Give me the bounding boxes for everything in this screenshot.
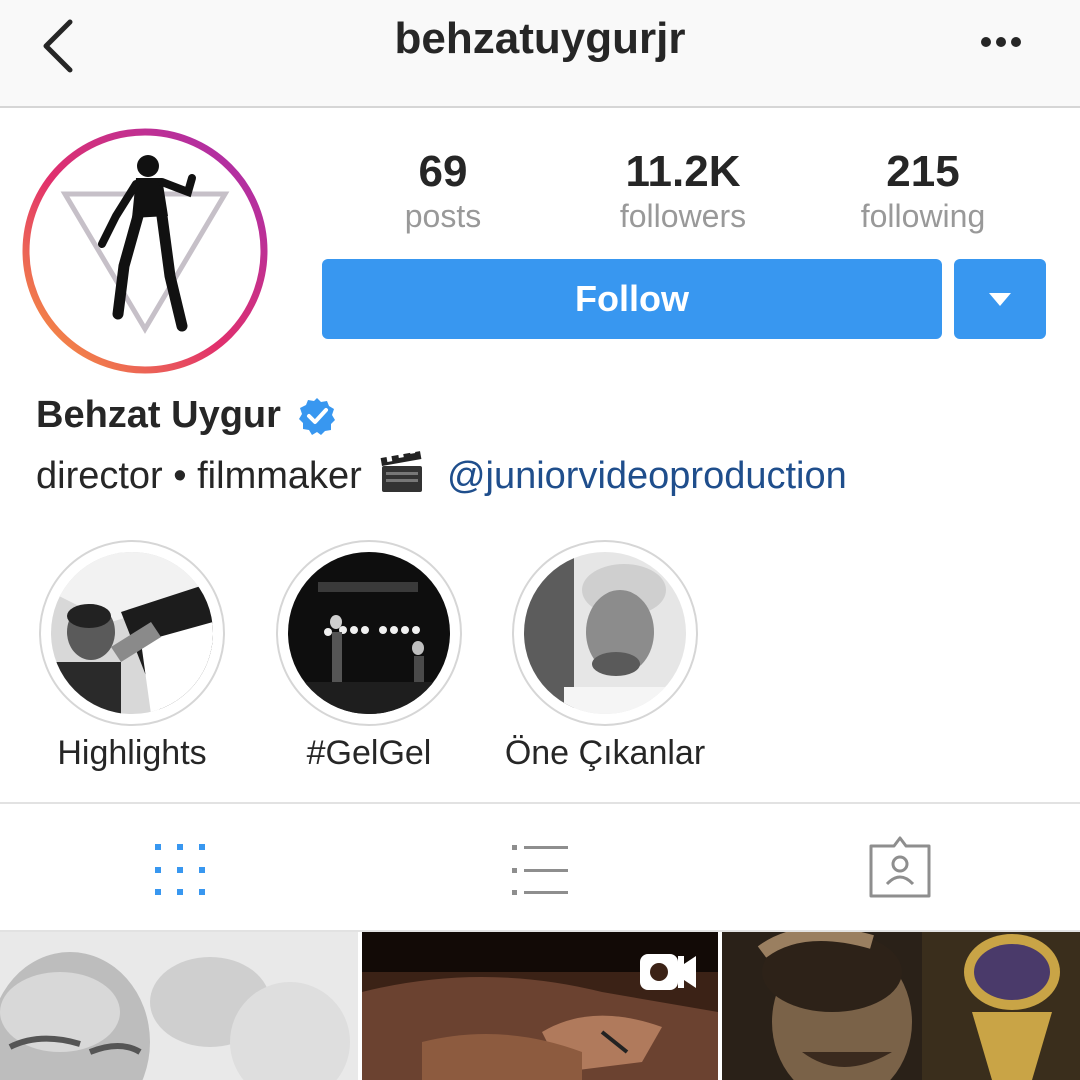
more-horizontal-icon[interactable]: [976, 22, 1026, 62]
section-divider: [0, 802, 1080, 804]
bio-text: director • filmmaker @juniorvideoproduct…: [36, 445, 847, 498]
clapper-board-icon: [378, 445, 426, 494]
post-thumbnail[interactable]: [362, 932, 718, 1080]
list-icon: [512, 845, 568, 895]
follow-button[interactable]: Follow: [322, 259, 942, 339]
highlight-label: Highlights: [57, 734, 207, 772]
tagged-user-icon: [869, 836, 931, 898]
verified-badge-icon: [297, 396, 337, 436]
tab-list[interactable]: [500, 830, 580, 910]
posts-stat[interactable]: 69 posts: [343, 146, 543, 234]
followers-count: 11.2K: [625, 147, 741, 196]
post-thumbnail[interactable]: [0, 932, 358, 1080]
highlight-label: Öne Çıkanlar: [504, 734, 706, 772]
suggestions-dropdown-button[interactable]: [954, 259, 1046, 339]
fullname-row: Behzat Uygur: [36, 394, 337, 444]
posts-count: 69: [418, 147, 468, 196]
posts-label: posts: [404, 198, 482, 234]
following-stat[interactable]: 215 following: [823, 146, 1023, 234]
full-name: Behzat Uygur: [36, 394, 281, 436]
bio-description: director • filmmaker: [36, 455, 362, 497]
profile-avatar[interactable]: [20, 126, 270, 376]
grid-icon: [155, 844, 205, 895]
following-label: following: [860, 198, 986, 234]
highlight-label: #GelGel: [306, 734, 432, 772]
video-icon: [640, 954, 696, 990]
highlight-cover-image: [288, 552, 450, 714]
profile-username: behzatuygurjr: [394, 14, 686, 63]
highlight-cover-image: [524, 552, 686, 714]
post-thumbnail[interactable]: [722, 932, 1080, 1080]
followers-stat[interactable]: 11.2K followers: [583, 146, 783, 234]
tab-grid[interactable]: [140, 830, 220, 910]
followers-label: followers: [619, 198, 747, 234]
mention-link[interactable]: @juniorvideoproduction: [447, 455, 847, 497]
tab-tagged[interactable]: [860, 830, 940, 910]
following-count: 215: [886, 147, 960, 196]
highlight-cover-image: [51, 552, 213, 714]
caret-down-icon: [989, 293, 1011, 306]
